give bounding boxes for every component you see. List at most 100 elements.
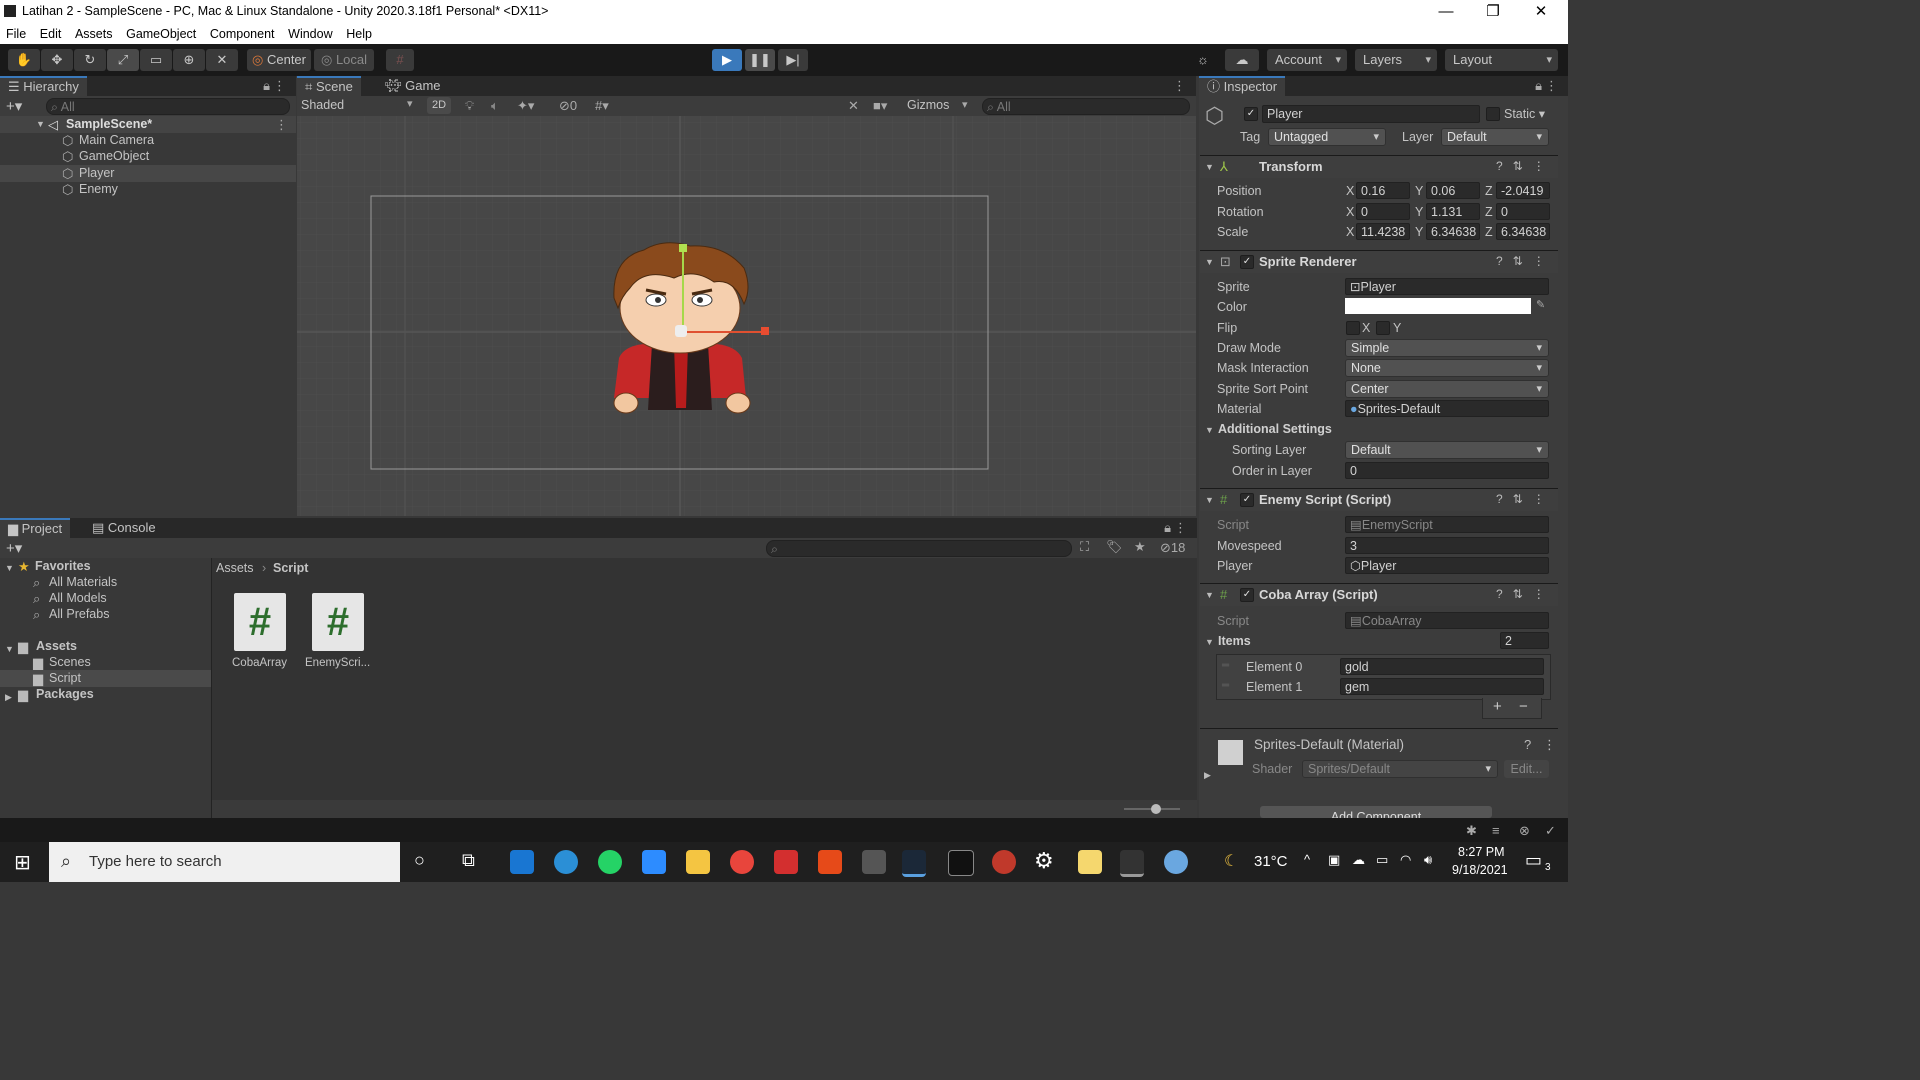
battery-icon[interactable]: ▭ xyxy=(1376,852,1388,868)
pivot-center-toggle[interactable]: ◎ Center xyxy=(247,49,311,71)
layout-dropdown[interactable]: Layout xyxy=(1445,49,1558,71)
position-y-field[interactable]: 0.06 xyxy=(1426,182,1480,199)
order-in-layer-field[interactable]: 0 xyxy=(1345,462,1549,479)
temperature[interactable]: 31°C xyxy=(1254,853,1288,870)
hierarchy-item-selected[interactable]: ⬡ Player xyxy=(0,165,296,182)
drag-handle-icon[interactable]: ═ xyxy=(1222,660,1229,671)
progress-icon[interactable]: ≡ xyxy=(1492,823,1500,838)
minimize-button[interactable]: — xyxy=(1426,2,1466,22)
rect-tool-icon[interactable]: ▭ xyxy=(140,49,172,71)
drag-handle-icon[interactable]: ═ xyxy=(1222,680,1229,691)
services-icon[interactable]: ☼ xyxy=(1190,49,1216,71)
gizmo-x-axis[interactable] xyxy=(682,331,762,333)
gizmo-x-handle[interactable] xyxy=(761,327,769,335)
position-x-field[interactable]: 0.16 xyxy=(1356,182,1410,199)
scale-x-field[interactable]: 11.4238 xyxy=(1356,223,1410,240)
sprite-renderer-enabled-checkbox[interactable]: ✓ xyxy=(1240,255,1254,269)
favorite-item[interactable]: All Materials xyxy=(49,575,117,589)
tray-chevron-icon[interactable]: ^ xyxy=(1304,852,1310,867)
more-options-icon[interactable]: ⋮ xyxy=(1173,78,1186,94)
transform-tool-icon[interactable]: ⊕ xyxy=(173,49,205,71)
mail-icon[interactable] xyxy=(510,850,534,874)
flip-x-checkbox[interactable] xyxy=(1346,321,1360,335)
movespeed-field[interactable]: 3 xyxy=(1345,537,1549,554)
remove-element-button[interactable]: − xyxy=(1519,698,1528,716)
onedrive-cloud-icon[interactable]: ☁ xyxy=(1352,852,1365,868)
custom-tool-icon[interactable]: ✕ xyxy=(206,49,238,71)
hierarchy-item[interactable]: ⬡ Main Camera xyxy=(0,133,296,149)
scene-search-input[interactable]: ⌕ All xyxy=(982,98,1190,115)
tools-icon[interactable]: ✕ xyxy=(848,98,859,114)
script-folder-row[interactable]: ▆ Script xyxy=(0,670,211,687)
project-search-input[interactable]: ⌕ xyxy=(766,540,1072,557)
epic-games-icon[interactable] xyxy=(948,850,974,876)
account-dropdown[interactable]: Account xyxy=(1267,49,1347,71)
paint-icon[interactable] xyxy=(1164,850,1188,874)
menu-gameobject[interactable]: GameObject xyxy=(126,24,196,44)
clock-date[interactable]: 9/18/2021 xyxy=(1452,863,1508,877)
component-header-icons[interactable]: ?⇅⋮ xyxy=(1496,587,1555,601)
hidden-packages-icon[interactable]: ⊘18 xyxy=(1160,540,1185,556)
menu-file[interactable]: File xyxy=(6,24,26,44)
breadcrumb-assets[interactable]: Assets xyxy=(216,561,254,575)
inspector-scrollbar[interactable] xyxy=(1558,96,1568,818)
scale-z-field[interactable]: 6.34638 xyxy=(1496,223,1550,240)
check-icon[interactable]: ✓ xyxy=(1545,823,1556,839)
file-label[interactable]: CobaArray xyxy=(232,657,287,669)
color-swatch[interactable] xyxy=(1345,298,1531,314)
menu-assets[interactable]: Assets xyxy=(75,24,113,44)
settings-gear-icon[interactable]: ⚙ xyxy=(1034,848,1054,874)
component-header-icons[interactable]: ?⇅⋮ xyxy=(1496,159,1555,173)
static-checkbox[interactable] xyxy=(1486,107,1500,121)
tray-app-icon[interactable]: ▣ xyxy=(1328,852,1340,868)
more-options-icon[interactable]: ⋮ xyxy=(1545,78,1558,94)
office-icon[interactable] xyxy=(818,850,842,874)
packages-folder[interactable]: Packages xyxy=(36,687,94,701)
menu-window[interactable]: Window xyxy=(288,24,332,44)
player-reference-field[interactable]: ⬡Player xyxy=(1345,557,1549,574)
add-element-button[interactable]: + xyxy=(1493,698,1502,716)
file-label[interactable]: EnemyScri... xyxy=(305,657,370,669)
gizmo-y-handle[interactable] xyxy=(679,244,687,252)
component-header-icons[interactable]: ?⇅⋮ xyxy=(1496,492,1555,506)
task-view-icon[interactable]: ⧉ xyxy=(462,850,475,871)
gizmos-dropdown[interactable]: Gizmos xyxy=(907,98,949,112)
material-field[interactable]: ●Sprites-Default xyxy=(1345,400,1549,417)
menu-help[interactable]: Help xyxy=(346,24,372,44)
scale-y-field[interactable]: 6.34638 xyxy=(1426,223,1480,240)
hand-tool-icon[interactable]: ✋ xyxy=(8,49,40,71)
taskbar-search-box[interactable]: ⌕ Type here to search xyxy=(49,842,400,882)
transform-header[interactable]: ▼ ⅄ Transform ?⇅⋮ xyxy=(1200,155,1558,178)
tab-project[interactable]: ▆ Project xyxy=(0,518,71,539)
scene-row[interactable]: ▼ ◁ SampleScene* ⋮ xyxy=(0,116,296,133)
unity-hub-icon[interactable] xyxy=(862,850,886,874)
favorite-star-icon[interactable]: ★ xyxy=(1134,539,1146,555)
eyedropper-icon[interactable]: ✎ xyxy=(1536,298,1545,311)
rotation-x-field[interactable]: 0 xyxy=(1356,203,1410,220)
close-button[interactable]: ✕ xyxy=(1521,2,1561,22)
notification-center-icon[interactable]: ▭ xyxy=(1525,850,1542,871)
more-options-icon[interactable]: ⋮ xyxy=(1174,520,1187,536)
menu-edit[interactable]: Edit xyxy=(40,24,62,44)
scene-viewport[interactable] xyxy=(297,116,1196,516)
create-plus-icon[interactable]: +▾ xyxy=(6,97,22,115)
maximize-button[interactable]: ❐ xyxy=(1473,2,1513,22)
help-icon[interactable]: ? xyxy=(1524,737,1531,752)
tab-game[interactable]: 👾︎ Game xyxy=(377,76,449,96)
scene-options-icon[interactable]: ⋮ xyxy=(275,117,288,133)
shading-mode-dropdown[interactable]: Shaded xyxy=(301,98,344,112)
hidden-objects-icon[interactable]: ⊘0 xyxy=(559,98,577,114)
scale-tool-icon[interactable]: ⤢ xyxy=(107,49,139,71)
element-0-field[interactable]: gold xyxy=(1340,658,1544,675)
active-checkbox[interactable]: ✓ xyxy=(1244,107,1258,121)
filter-label-icon[interactable]: 🏷︎ xyxy=(1106,539,1123,555)
rotation-z-field[interactable]: 0 xyxy=(1496,203,1550,220)
layers-dropdown[interactable]: Layers xyxy=(1355,49,1437,71)
cortana-icon[interactable]: ○ xyxy=(414,850,425,871)
hierarchy-search-input[interactable]: ⌕ All xyxy=(46,98,290,115)
bug-icon[interactable]: ✱ xyxy=(1466,823,1477,839)
additional-settings-foldout[interactable]: Additional Settings xyxy=(1218,422,1332,436)
sprite-sort-point-dropdown[interactable]: Center xyxy=(1345,380,1549,398)
zoom-icon[interactable] xyxy=(642,850,666,874)
unity-editor-icon[interactable] xyxy=(1120,850,1144,877)
